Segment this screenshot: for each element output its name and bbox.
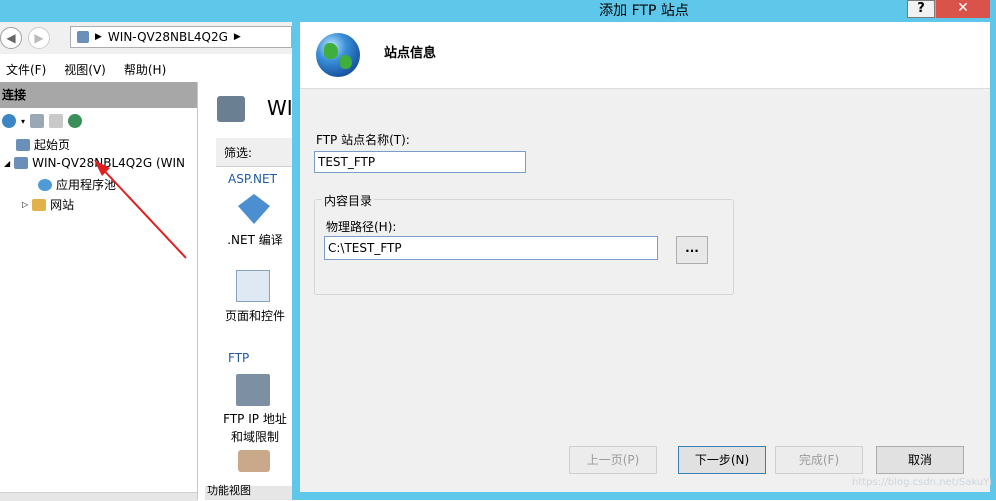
up-icon[interactable] [49, 114, 64, 128]
close-button[interactable]: ✕ [936, 0, 990, 18]
ftp-ip-label-line2[interactable]: 和域限制 [216, 428, 294, 445]
menu-file[interactable]: 文件(F) [6, 61, 46, 78]
expand-icon[interactable]: ▷ [22, 200, 28, 209]
add-ftp-site-dialog: 添加 FTP 站点 ? ✕ 站点信息 FTP 站点名称(T): TEST_FTP… [292, 0, 996, 500]
connections-toolbar: ▾ [0, 110, 199, 132]
dialog-title: 添加 FTP 站点 [599, 3, 689, 19]
filter-bar: 筛选: [216, 138, 292, 167]
ftp-ip-restrictions-icon[interactable] [236, 374, 270, 406]
browse-button[interactable]: ... [676, 236, 708, 264]
main-title: WI [267, 96, 293, 120]
forward-icon[interactable]: ▶ [28, 27, 50, 49]
dialog-body: FTP 站点名称(T): TEST_FTP 内容目录 物理路径(H): C:\T… [300, 89, 990, 492]
site-name-label: FTP 站点名称(T): [316, 133, 410, 147]
tree-item-sites[interactable]: ▷ 网站 [22, 196, 74, 213]
menu-view[interactable]: 视图(V) [64, 61, 106, 78]
address-field[interactable]: ▶ WIN-QV28NBL4Q2G ▶ [70, 26, 292, 48]
connect-icon[interactable] [2, 114, 16, 128]
physical-path-input[interactable]: C:\TEST_FTP [324, 236, 658, 260]
chevron-right-icon: ▶ [233, 32, 241, 42]
tree-item-app-pools[interactable]: 应用程序池 [38, 176, 116, 193]
dropdown-arrow-icon[interactable]: ▾ [21, 117, 25, 126]
ftp-ip-label-line1[interactable]: FTP IP 地址 [216, 410, 294, 427]
address-text: WIN-QV28NBL4Q2G [107, 30, 228, 44]
tab-features-view[interactable]: 功能视图 [207, 482, 251, 498]
server-icon [14, 157, 29, 169]
start-page-icon [16, 138, 30, 151]
physical-path-label: 物理路径(H): [326, 220, 397, 234]
content-directory-label: 内容目录 [322, 192, 375, 209]
tree-item-start-page[interactable]: 起始页 [16, 136, 70, 153]
app-pool-icon [38, 178, 52, 191]
next-button[interactable]: 下一步(N) [678, 446, 766, 474]
pages-controls-icon[interactable] [236, 270, 270, 302]
help-button[interactable]: ? [907, 0, 935, 18]
site-name-input[interactable]: TEST_FTP [314, 151, 526, 173]
connections-header: 连接 [0, 82, 197, 108]
menu-bar: 文件(F) 视图(V) 帮助(H) [0, 56, 292, 82]
server-large-icon [217, 96, 245, 122]
net-compile-label[interactable]: .NET 编译 [222, 231, 288, 248]
tree-item-server[interactable]: ◢ WIN-QV28NBL4Q2G (WIN [4, 156, 185, 170]
globe-icon [316, 33, 360, 77]
filter-label: 筛选: [224, 146, 253, 160]
dialog-header: 站点信息 [300, 22, 990, 89]
connections-tree: 起始页 ◢ WIN-QV28NBL4Q2G (WIN 应用程序池 ▷ 网站 [0, 132, 197, 492]
finish-button[interactable]: 完成(F) [775, 446, 863, 474]
previous-button[interactable]: 上一页(P) [569, 446, 657, 474]
view-tabs: 功能视图 [205, 484, 293, 500]
back-icon[interactable]: ◀ [0, 27, 22, 49]
menu-help[interactable]: 帮助(H) [124, 61, 166, 78]
chevron-right-icon: ▶ [95, 32, 102, 42]
sites-folder-icon [32, 198, 47, 211]
dialog-heading: 站点信息 [384, 46, 437, 61]
group-ftp: FTP [228, 351, 250, 365]
refresh-icon[interactable] [68, 114, 83, 128]
watermark: https://blog.csdn.net/SakuYi [852, 477, 992, 488]
cancel-button[interactable]: 取消 [876, 446, 964, 474]
pages-controls-label[interactable]: 页面和控件 [218, 307, 292, 324]
server-icon [77, 31, 89, 43]
save-icon[interactable] [30, 114, 45, 128]
collapse-icon[interactable]: ◢ [4, 159, 10, 168]
ftp-users-icon[interactable] [238, 450, 270, 472]
group-aspnet: ASP.NET [228, 172, 277, 186]
pane-divider[interactable] [197, 82, 198, 500]
